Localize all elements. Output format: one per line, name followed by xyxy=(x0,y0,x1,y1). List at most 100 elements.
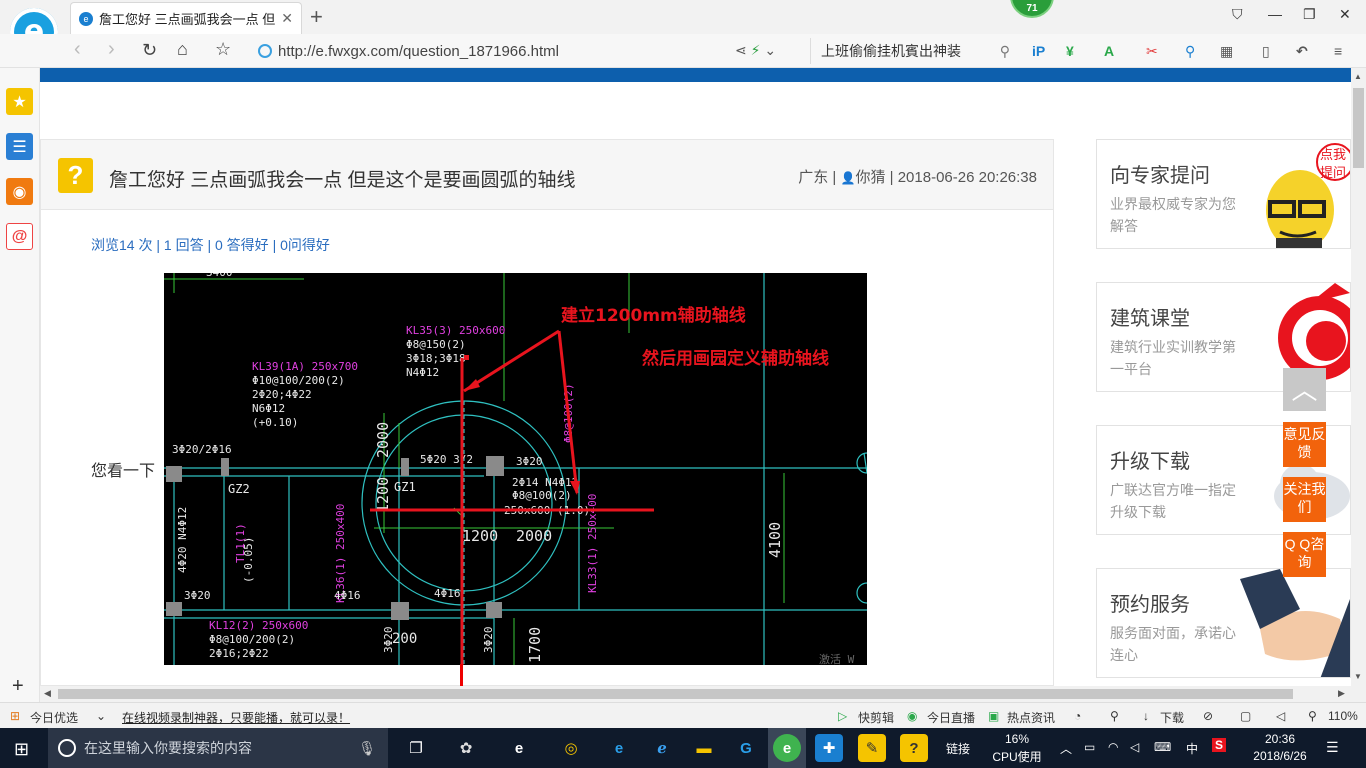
g-app-icon[interactable]: G xyxy=(732,734,760,762)
reading-mode-icon[interactable]: ▯ xyxy=(1262,43,1270,60)
restore-icon[interactable]: ❐ xyxy=(1303,6,1316,23)
menu-icon[interactable]: ≡ xyxy=(1334,43,1342,59)
chevron-down-icon[interactable]: ⌄ xyxy=(96,709,106,723)
windows-start-icon[interactable]: ⊞ xyxy=(14,739,29,760)
vertical-scroll-thumb[interactable] xyxy=(1353,88,1364,168)
question-user[interactable]: 你猜 xyxy=(855,169,885,186)
vertical-scrollbar[interactable]: ▲ ▼ xyxy=(1351,68,1366,686)
qq-consult-button[interactable]: Q Q咨询 xyxy=(1283,532,1326,577)
microphone-icon[interactable]: 🎙 xyxy=(358,740,376,757)
window-icon[interactable]: ▢ xyxy=(1240,709,1251,723)
notes-app-icon[interactable]: ✎ xyxy=(858,734,886,762)
sidebar-card-ask-expert[interactable]: 向专家提问 业界最权威专家为您解答 点我提问 xyxy=(1096,139,1351,249)
clock-time[interactable]: 20:36 xyxy=(1252,732,1308,746)
extension-search-icon[interactable]: ⚲ xyxy=(1185,43,1195,60)
pin-icon[interactable]: ⚲ xyxy=(1110,709,1119,723)
zoom-level[interactable]: 110% xyxy=(1328,709,1358,723)
cad-drawing-image[interactable]: KL35(3) 250x600 KL39(1A) 250x700 TL1(1) … xyxy=(164,273,867,665)
clock-date[interactable]: 2018/6/26 xyxy=(1246,749,1314,763)
scroll-left-arrow-icon[interactable]: ◀ xyxy=(44,688,51,699)
taskbar-search-input[interactable]: 在这里输入你要搜索的内容 🎙 xyxy=(48,728,388,768)
file-explorer-icon[interactable]: ▬ xyxy=(690,734,718,762)
scroll-top-button[interactable]: ︿ xyxy=(1283,368,1326,411)
keyboard-icon[interactable]: ⌨ xyxy=(1154,740,1171,754)
email-icon[interactable]: @ xyxy=(6,223,33,250)
cad-label-gz2: GZ2 xyxy=(228,482,250,496)
ie-e-icon[interactable]: e xyxy=(505,734,533,762)
site-info-icon[interactable] xyxy=(258,44,272,58)
speaker-icon[interactable]: ◁ xyxy=(1130,740,1139,754)
download-link[interactable]: 下载 xyxy=(1160,709,1184,726)
tab-close-icon[interactable]: ✕ xyxy=(281,10,293,27)
scroll-right-arrow-icon[interactable]: ▶ xyxy=(1338,688,1345,699)
share-icon[interactable]: ⋖ ⚡ ⌄ xyxy=(735,42,776,59)
extension-scissors-icon[interactable]: ✂ xyxy=(1146,43,1158,60)
new-tab-button[interactable]: + xyxy=(310,4,323,30)
undo-icon[interactable]: ↶ xyxy=(1296,43,1308,60)
plus-app-icon[interactable]: ✚ xyxy=(815,734,843,762)
refresh-icon[interactable]: ↻ xyxy=(142,40,157,61)
battery-icon[interactable]: ▭ xyxy=(1084,740,1095,754)
sidebar-card-sub: 业界最权威专家为您解答 xyxy=(1110,196,1236,234)
add-panel-icon[interactable]: + xyxy=(12,675,24,698)
cad-text-kl12-b: 2Φ16;2Φ22 xyxy=(209,647,269,660)
horizontal-scrollbar[interactable]: ◀ ▶ xyxy=(40,686,1351,702)
action-center-icon[interactable]: ☰ xyxy=(1326,739,1339,756)
notification-app-icon[interactable]: ◎ xyxy=(557,734,585,762)
wifi-icon[interactable]: ◠ xyxy=(1108,740,1118,754)
scroll-up-arrow-icon[interactable]: ▲ xyxy=(1354,72,1362,81)
search-icon[interactable]: ⚲ xyxy=(1000,43,1010,60)
links-toolbar[interactable]: 链接 xyxy=(946,740,970,757)
back-icon[interactable]: ‹ xyxy=(74,38,81,61)
edge-icon[interactable]: e xyxy=(605,734,633,762)
home-icon[interactable]: ⌂ xyxy=(177,39,188,60)
horizontal-scroll-thumb[interactable] xyxy=(58,689,1293,699)
address-bar: ‹ › ↻ ⌂ ☆ http://e.fwxgx.com/question_18… xyxy=(0,34,1366,68)
ime-indicator[interactable]: 中 xyxy=(1186,740,1198,757)
cad-dim-1200: 1200 xyxy=(462,527,498,545)
favorites-star-icon[interactable]: ★ xyxy=(6,88,33,115)
cad-label-gz1: GZ1 xyxy=(394,480,416,494)
minimize-icon[interactable]: — xyxy=(1268,6,1282,22)
follow-us-button[interactable]: 关注我们 xyxy=(1283,477,1326,522)
weibo-icon[interactable]: ◉ xyxy=(6,178,33,205)
forward-icon[interactable]: › xyxy=(108,38,115,61)
apps-grid-icon[interactable]: ▦ xyxy=(1220,43,1233,60)
browser-status-bar: ⊞ 今日优选 ⌄ 在线视频录制神器，只要能播，就可以录！ ▷ 快剪辑 ◉ 今日直… xyxy=(0,702,1366,728)
feedback-button[interactable]: 意见反馈 xyxy=(1283,422,1326,467)
news-list-icon[interactable]: ☰ xyxy=(6,133,33,160)
notification-badge[interactable]: 71 xyxy=(1010,0,1054,18)
clean-icon[interactable]: ⊘ xyxy=(1203,709,1213,723)
skin-icon[interactable]: ⛉ xyxy=(1232,6,1243,23)
task-view-icon[interactable]: ❐ xyxy=(402,734,430,762)
cad-label-tl1b: (-0.05) xyxy=(242,537,255,583)
volume-icon[interactable]: ◁ xyxy=(1276,709,1285,723)
live-link[interactable]: 今日直播 xyxy=(927,709,975,726)
sidebar-card-appointment[interactable]: 预约服务 服务面对面，承诺心连心 xyxy=(1096,568,1351,678)
promo-link[interactable]: 在线视频录制神器，只要能播，就可以录！ xyxy=(122,709,350,726)
speed-icon[interactable]: ◔ xyxy=(1074,709,1081,723)
extension-ip-icon[interactable]: iP xyxy=(1032,43,1045,59)
extension-shield-icon[interactable]: ¥ xyxy=(1066,43,1074,59)
today-picks[interactable]: 今日优选 xyxy=(30,709,78,726)
scroll-down-arrow-icon[interactable]: ▼ xyxy=(1354,672,1362,681)
sogou-icon[interactable]: S xyxy=(1212,738,1227,752)
stat-answers[interactable]: 1 回答 xyxy=(164,237,204,253)
browser-taskbar-icon[interactable]: e xyxy=(773,734,801,762)
extension-translate-icon[interactable]: A xyxy=(1104,43,1114,59)
taskbar: ⊞ 在这里输入你要搜索的内容 🎙 ❐ ✿ e ◎ e ℯ ▬ G e ✚ ✎ ?… xyxy=(0,728,1366,768)
zoom-icon[interactable]: ⚲ xyxy=(1308,709,1317,723)
close-window-icon[interactable]: ✕ xyxy=(1339,6,1351,23)
help-app-icon[interactable]: ? xyxy=(900,734,928,762)
quick-clip-link[interactable]: 快剪辑 xyxy=(858,709,894,726)
download-icon[interactable]: ↓ xyxy=(1143,709,1149,723)
tab-active[interactable]: e 詹工您好 三点画弧我会一点 但是 ✕ xyxy=(70,2,302,34)
news-link[interactable]: 热点资讯 xyxy=(1007,709,1055,726)
url-field[interactable]: http://e.fwxgx.com/question_1871966.html xyxy=(258,38,808,64)
fan-app-icon[interactable]: ✿ xyxy=(452,734,480,762)
search-input[interactable]: 上班偷偷挂机賓出神装 ⚲ xyxy=(810,38,1010,64)
favorite-star-icon[interactable]: ☆ xyxy=(215,39,231,60)
tray-expand-icon[interactable]: ︿ xyxy=(1060,740,1072,757)
ask-bubble[interactable]: 点我提问 xyxy=(1318,146,1348,182)
internet-explorer-icon[interactable]: ℯ xyxy=(648,734,676,762)
